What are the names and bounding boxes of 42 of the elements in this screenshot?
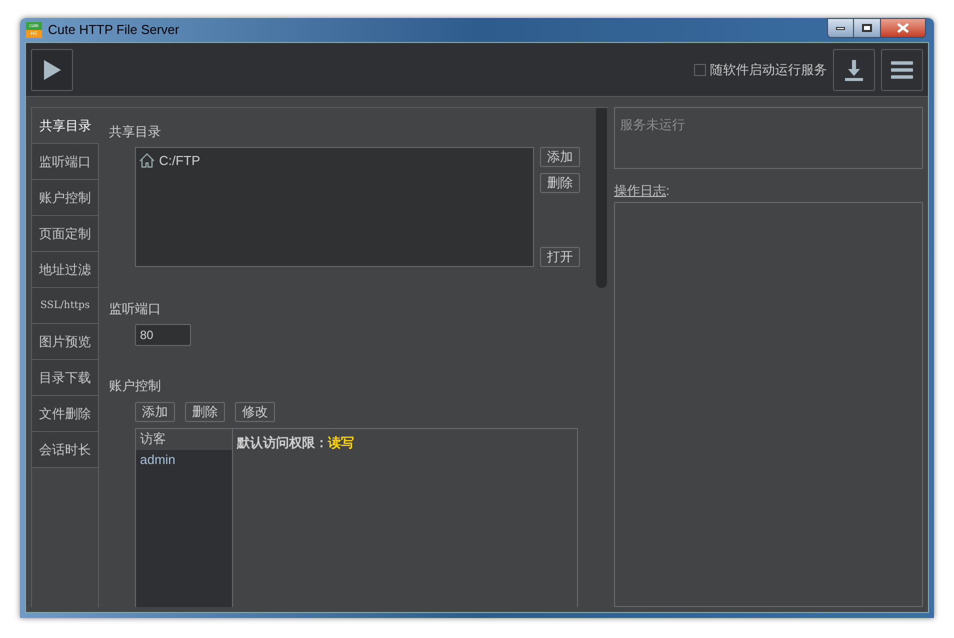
menu-icon bbox=[891, 60, 913, 78]
play-icon bbox=[42, 58, 62, 80]
close-icon bbox=[897, 23, 909, 33]
sidebar-tab[interactable]: SSL/https bbox=[32, 288, 99, 324]
small-button[interactable]: 删除 bbox=[540, 172, 580, 192]
small-button[interactable]: 添加 bbox=[540, 146, 580, 166]
minimize-button[interactable] bbox=[827, 18, 854, 38]
permission-value: 读写 bbox=[328, 434, 354, 450]
small-button[interactable]: 删除 bbox=[185, 402, 225, 422]
folder-path: C:/FTP bbox=[159, 152, 200, 170]
maximize-button[interactable] bbox=[854, 18, 881, 38]
sidebar-tab[interactable]: 会话时长 bbox=[32, 432, 99, 468]
section-heading: 监听端口 bbox=[109, 300, 162, 318]
log-colon: : bbox=[666, 182, 670, 200]
download-icon bbox=[844, 58, 864, 80]
autostart-checkbox[interactable] bbox=[694, 64, 706, 76]
small-button[interactable]: 添加 bbox=[135, 402, 175, 422]
close-button[interactable] bbox=[881, 18, 926, 38]
scrollbar[interactable] bbox=[596, 108, 607, 288]
sidebar-tab[interactable]: 页面定制 bbox=[32, 216, 99, 252]
home-icon bbox=[139, 152, 155, 168]
user-item[interactable]: 访客 bbox=[136, 428, 232, 450]
permission-label: 默认访问权限： bbox=[237, 434, 328, 450]
sidebar-tab[interactable]: 账户控制 bbox=[32, 180, 99, 216]
small-button[interactable]: 打开 bbox=[540, 246, 580, 266]
port-field[interactable]: 80 bbox=[135, 324, 191, 346]
section-heading: 账户控制 bbox=[109, 377, 162, 395]
user-item[interactable]: admin bbox=[136, 450, 232, 470]
play-button[interactable] bbox=[31, 48, 73, 90]
log-label: 操作日志 bbox=[614, 182, 666, 200]
sidebar-tab[interactable]: 监听端口 bbox=[32, 144, 99, 180]
window-title: Cute HTTP File Server bbox=[48, 21, 180, 40]
sidebar-tab[interactable]: 目录下载 bbox=[32, 360, 99, 396]
sidebar-tab[interactable]: 图片预览 bbox=[32, 324, 99, 360]
download-button[interactable] bbox=[833, 48, 875, 90]
sidebar-tab[interactable]: 地址过滤 bbox=[32, 252, 99, 288]
sidebar-tab[interactable]: 文件删除 bbox=[32, 396, 99, 432]
menu-button[interactable] bbox=[881, 48, 923, 90]
autostart-label: 随软件启动运行服务 bbox=[710, 60, 827, 79]
section-heading: 共享目录 bbox=[109, 123, 162, 141]
status-text: 服务未运行 bbox=[620, 117, 685, 132]
small-button[interactable]: 修改 bbox=[235, 402, 275, 422]
